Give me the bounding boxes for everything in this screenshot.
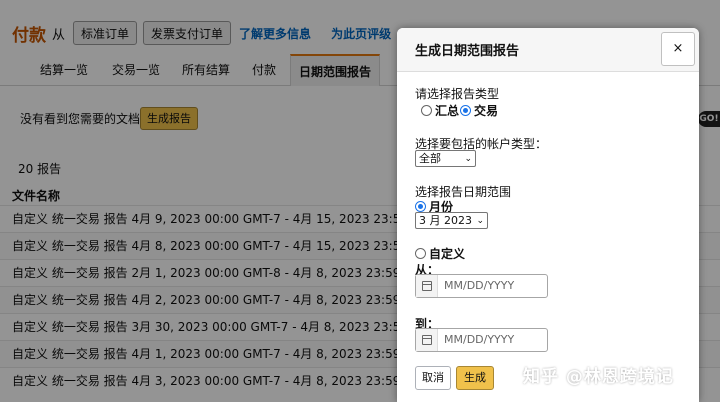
account-type-select[interactable]: 全部 ⌄ [415, 150, 476, 167]
account-type-value: 全部 [419, 152, 441, 165]
to-date-input[interactable]: MM/DD/YYYY [415, 328, 548, 352]
date-range-report-dialog: 生成日期范围报告 × 请选择报告类型 汇总 交易 选择要包括的帐户类型： 全部 … [397, 28, 699, 402]
radio-selected-icon [460, 105, 471, 116]
from-date-input[interactable]: MM/DD/YYYY [415, 274, 548, 298]
close-icon[interactable]: × [661, 32, 695, 66]
calendar-icon[interactable] [416, 329, 438, 351]
report-type-label: 请选择报告类型 [415, 87, 500, 101]
dialog-title: 生成日期范围报告 [415, 44, 520, 59]
chevron-down-icon: ⌄ [476, 216, 484, 226]
calendar-icon[interactable] [416, 275, 438, 297]
radio-summary-label: 汇总 [435, 104, 460, 118]
radio-summary[interactable]: 汇总 [421, 102, 459, 119]
month-value: 3 月 2023 [419, 214, 472, 227]
generate-button[interactable]: 生成 [456, 366, 494, 390]
radio-transaction[interactable]: 交易 [460, 102, 498, 119]
radio-transaction-label: 交易 [474, 104, 499, 118]
to-date-placeholder: MM/DD/YYYY [444, 333, 515, 346]
dialog-header: 生成日期范围报告 × [397, 28, 699, 72]
radio-selected-icon [415, 201, 426, 212]
watermark: 知乎 @林恩跨境记 [523, 367, 674, 387]
month-select[interactable]: 3 月 2023 ⌄ [415, 212, 488, 229]
cancel-button[interactable]: 取消 [415, 366, 451, 390]
radio-custom-label: 自定义 [429, 247, 466, 261]
chevron-down-icon: ⌄ [464, 154, 472, 164]
radio-custom[interactable]: 自定义 [415, 245, 465, 262]
radio-icon [421, 105, 432, 116]
from-date-placeholder: MM/DD/YYYY [444, 279, 515, 292]
radio-icon [415, 248, 426, 259]
